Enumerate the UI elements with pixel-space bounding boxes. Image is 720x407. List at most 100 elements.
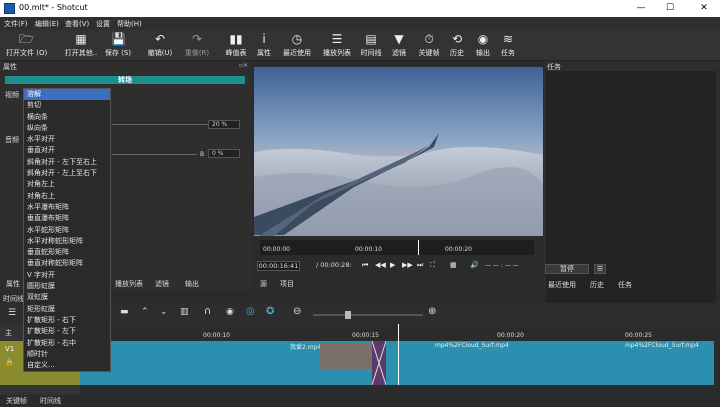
keyframes-button[interactable]: ⏱ 关键帧 bbox=[416, 32, 442, 58]
transition-option[interactable]: 水平对开 bbox=[24, 134, 110, 145]
player-playhead[interactable] bbox=[418, 240, 419, 255]
transition-option[interactable]: 水平瀑布矩阵 bbox=[24, 202, 110, 213]
zoom-out-icon[interactable]: ⊖ bbox=[293, 306, 301, 317]
transition-option[interactable]: 矩形虹膜 bbox=[24, 304, 110, 315]
zoom-icon[interactable]: ⛶ bbox=[430, 261, 435, 270]
video-track-v1[interactable]: 我爱2.mp4 mp4%2FCloud_Surf.mp4 mp4%2FCloud… bbox=[80, 324, 714, 386]
transition-option[interactable]: 水平蛇形矩阵 bbox=[24, 225, 110, 236]
recent-button[interactable]: ◷ 最近使用 bbox=[280, 32, 314, 58]
panel-float-icon[interactable]: ▫✕ bbox=[239, 62, 248, 69]
volume-icon[interactable]: 🔊 bbox=[470, 261, 479, 269]
menu-file[interactable]: 文件(F) bbox=[4, 19, 28, 29]
transition-option[interactable]: 自定义... bbox=[24, 360, 110, 371]
transition-option[interactable]: 剪切 bbox=[24, 100, 110, 111]
timeline-button[interactable]: ▤ 时间线 bbox=[358, 32, 384, 58]
lift-icon[interactable]: ▬ bbox=[120, 307, 129, 317]
minimize-button[interactable]: — bbox=[630, 1, 652, 16]
filters-button[interactable]: ▼ 滤镜 bbox=[388, 32, 410, 58]
open-file-button[interactable]: 🗁 打开文件 (O) bbox=[6, 32, 47, 58]
transition-option[interactable]: 扩散矩形 - 右下 bbox=[24, 315, 110, 326]
transition-option[interactable]: 扩散矩形 - 左下 bbox=[24, 326, 110, 337]
transition-option[interactable]: 斜角对开 - 左上至右下 bbox=[24, 168, 110, 179]
zoom-slider-handle[interactable] bbox=[345, 311, 351, 319]
transition-option[interactable]: 垂直瀑布矩阵 bbox=[24, 213, 110, 224]
transition-option[interactable]: 斜角对开 - 左下至右上 bbox=[24, 157, 110, 168]
tab-jobs[interactable]: 任务 bbox=[618, 280, 632, 290]
video-viewer[interactable] bbox=[254, 67, 543, 236]
menu-settings[interactable]: 设置 bbox=[96, 19, 110, 29]
timeline-playhead[interactable] bbox=[398, 324, 399, 385]
playlist-button[interactable]: ☰ 播放列表 bbox=[320, 32, 354, 58]
history-button[interactable]: ⟲ 历史 bbox=[447, 32, 467, 58]
transition-option[interactable]: 垂直对称蛇形矩阵 bbox=[24, 258, 110, 269]
tab-playlist[interactable]: 播放列表 bbox=[115, 279, 143, 289]
pause-jobs-button[interactable]: 暂停 bbox=[545, 264, 589, 274]
menu-help[interactable]: 帮助(H) bbox=[117, 19, 142, 29]
transition-option[interactable]: 对角右上 bbox=[24, 191, 110, 202]
keyframe-icon: ⏱ bbox=[424, 32, 434, 46]
player-scrubber[interactable]: 00:00:00 00:00:10 00:00:20 bbox=[260, 240, 534, 255]
recent-icon: ◷ bbox=[291, 32, 303, 46]
overwrite-icon[interactable]: ⌃ bbox=[141, 307, 149, 317]
zoom-in-icon[interactable]: ⊕ bbox=[428, 306, 436, 317]
ripple-icon[interactable]: ◎ bbox=[246, 306, 255, 317]
tab-history[interactable]: 历史 bbox=[590, 280, 604, 290]
menu-edit[interactable]: 编辑(E) bbox=[35, 19, 59, 29]
softness-slider[interactable] bbox=[112, 124, 208, 125]
transition-option[interactable]: 双虹膜 bbox=[24, 292, 110, 303]
rewind-icon[interactable]: ◀◀ bbox=[375, 261, 386, 269]
jobs-menu-button[interactable]: ☰ bbox=[594, 264, 606, 274]
grid-icon[interactable]: ▦ bbox=[450, 261, 457, 269]
undo-button[interactable]: ↶ 撤销(U) bbox=[145, 32, 175, 58]
transition-dropdown-list[interactable]: 溶解 剪切 横向条 纵向条 水平对开 垂直对开 斜角对开 - 左下至右上 斜角对开 - 左上至… bbox=[23, 88, 111, 372]
close-button[interactable]: ✕ bbox=[693, 1, 715, 16]
menu-view[interactable]: 查看(V) bbox=[65, 19, 89, 29]
export-button[interactable]: ◉ 输出 bbox=[473, 32, 493, 58]
skip-previous-icon[interactable]: ⏮ bbox=[362, 261, 368, 270]
position-timecode[interactable]: 00:00:16:41 bbox=[257, 261, 300, 271]
ripple-all-icon[interactable]: ✪ bbox=[266, 306, 274, 317]
skip-next-icon[interactable]: ⏭ bbox=[417, 261, 423, 270]
tab-filters[interactable]: 滤镜 bbox=[155, 279, 169, 289]
tab-export[interactable]: 输出 bbox=[185, 279, 199, 289]
transition-option[interactable]: 垂直蛇形矩阵 bbox=[24, 247, 110, 258]
append-icon[interactable]: ⌄ bbox=[160, 307, 168, 317]
transition-option[interactable]: 横向条 bbox=[24, 112, 110, 123]
maximize-button[interactable]: ☐ bbox=[659, 1, 681, 16]
mix-spinbox[interactable]: 0 % bbox=[208, 149, 240, 158]
save-button[interactable]: 💾 保存 (S) bbox=[101, 32, 135, 58]
scrub-icon[interactable]: ◉ bbox=[226, 307, 234, 317]
transition-option[interactable]: 对角左上 bbox=[24, 179, 110, 190]
split-icon[interactable]: ▥ bbox=[180, 307, 189, 317]
zoom-slider[interactable] bbox=[313, 314, 423, 316]
tab-timeline[interactable]: 时间线 bbox=[40, 396, 61, 406]
fast-forward-icon[interactable]: ▶▶ bbox=[402, 261, 413, 269]
tab-project[interactable]: 项目 bbox=[280, 279, 294, 289]
transition-option[interactable]: 顺时针 bbox=[24, 349, 110, 360]
peak-meter-button[interactable]: ▮▮ 峰值表 bbox=[222, 32, 250, 58]
transition-option[interactable]: V 字对开 bbox=[24, 270, 110, 281]
open-other-button[interactable]: ▦ 打开其他.. bbox=[62, 32, 100, 58]
transition-clip[interactable] bbox=[371, 340, 387, 386]
mix-slider[interactable] bbox=[112, 154, 197, 155]
timeline-ruler[interactable]: 00:00:10 00:00:15 00:00:20 00:00:25 bbox=[80, 324, 714, 340]
jobs-button[interactable]: ≋ 任务 bbox=[498, 32, 518, 58]
transition-option[interactable]: 圆形虹膜 bbox=[24, 281, 110, 292]
tab-properties[interactable]: 属性 bbox=[6, 279, 20, 289]
transition-option[interactable]: 水平对称蛇形矩阵 bbox=[24, 236, 110, 247]
transition-option[interactable]: 垂直对开 bbox=[24, 145, 110, 156]
softness-spinbox[interactable]: 20 % bbox=[208, 120, 240, 129]
transition-option[interactable]: 纵向条 bbox=[24, 123, 110, 134]
play-icon[interactable]: ▶ bbox=[390, 261, 395, 269]
tab-source[interactable]: 源 bbox=[260, 279, 267, 289]
transition-option[interactable]: 扩散矩形 - 右中 bbox=[24, 338, 110, 349]
timeline-menu-icon[interactable]: ☰ bbox=[8, 308, 16, 318]
transition-option[interactable]: 溶解 bbox=[24, 89, 110, 101]
main-toolbar: 🗁 打开文件 (O) ▦ 打开其他.. 💾 保存 (S) ↶ 撤销(U) ↷ 重做(R) … bbox=[0, 30, 720, 61]
redo-button[interactable]: ↷ 重做(R) bbox=[182, 32, 212, 58]
snap-icon[interactable]: ∩ bbox=[204, 306, 211, 317]
properties-button[interactable]: ⅰ 属性 bbox=[254, 32, 274, 58]
lock-icon[interactable]: 🔒 bbox=[5, 358, 14, 366]
tab-recent[interactable]: 最近使用 bbox=[548, 280, 576, 290]
tab-keyframes[interactable]: 关键帧 bbox=[6, 396, 27, 406]
